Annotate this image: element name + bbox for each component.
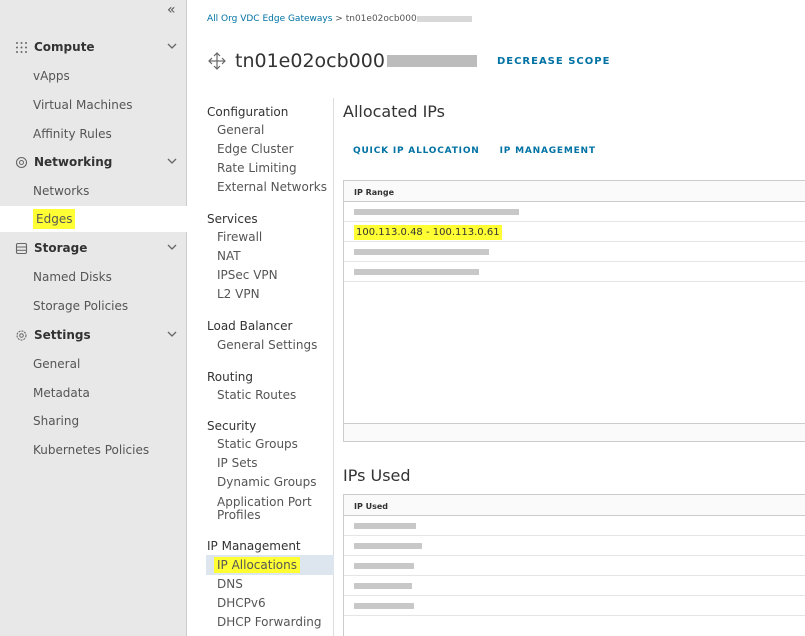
table-row[interactable] [344,202,805,222]
nav-item-kubernetes-policies[interactable]: Kubernetes Policies [0,437,187,463]
redacted-text [354,563,414,569]
subnav-item-nat[interactable]: NAT [217,250,241,263]
nav-group-storage[interactable]: Storage [0,235,187,261]
ips-used-grid: IP Used [343,494,805,636]
subnav-item-dhcp-forwarding[interactable]: DHCP Forwarding [217,616,322,629]
chevron-down-icon[interactable] [167,241,177,255]
column-header-ip-used[interactable]: IP Used [344,495,805,516]
quick-ip-allocation-button[interactable]: QUICK IP ALLOCATION [353,146,480,156]
subnav-item-dynamic-groups[interactable]: Dynamic Groups [217,476,317,489]
allocated-ips-title: Allocated IPs [343,102,446,121]
redacted-text [354,543,422,549]
allocated-ips-grid: IP Range 100.113.0.48 - 100.113.0.61 [343,180,805,442]
edge-settings-nav: Configuration General Edge Cluster Rate … [206,98,334,636]
nav-group-settings[interactable]: Settings [0,322,187,348]
grid-footer [344,423,805,441]
nav-item-sharing[interactable]: Sharing [0,408,187,434]
subnav-item-ip-allocations[interactable]: IP Allocations [214,557,300,573]
table-row[interactable] [344,516,805,536]
allocated-ips-actions: QUICK IP ALLOCATION IP MANAGEMENT [353,146,596,156]
subnav-item-static-groups[interactable]: Static Groups [217,438,298,451]
subnav-item-application-port-profiles[interactable]: Application Port Profiles [217,496,327,522]
page-title: tn01e02ocb000 [235,50,385,72]
subnav-heading-routing: Routing [207,370,254,384]
subnav-item-dns[interactable]: DNS [217,578,243,591]
subnav-item-static-routes[interactable]: Static Routes [217,389,296,402]
redacted-text [354,209,519,215]
table-row[interactable] [344,556,805,576]
table-row[interactable] [344,536,805,556]
nav-item-vapps[interactable]: vApps [0,63,187,89]
grid-icon [14,40,28,54]
subnav-heading-configuration: Configuration [207,105,289,119]
nav-group-label: Storage [34,241,88,255]
nav-group-label: Networking [34,155,113,169]
subnav-heading-load-balancer: Load Balancer [207,319,293,333]
gear-icon [14,328,28,342]
nav-group-compute[interactable]: Compute [0,34,187,60]
chevron-down-icon[interactable] [167,328,177,342]
nav-item-storage-policies[interactable]: Storage Policies [0,293,187,319]
subnav-item-lb-general-settings[interactable]: General Settings [217,339,317,352]
nav-item-edges[interactable]: Edges [0,206,187,232]
decrease-scope-button[interactable]: DECREASE SCOPE [497,56,610,67]
nav-item-metadata[interactable]: Metadata [0,380,187,406]
table-row[interactable]: 100.113.0.48 - 100.113.0.61 [344,222,805,242]
subnav-item-firewall[interactable]: Firewall [217,231,262,244]
breadcrumb-current: tn01e02ocb000 [345,14,417,24]
redacted-text [354,603,414,609]
breadcrumb-root-link[interactable]: All Org VDC Edge Gateways [207,14,332,24]
redacted-text [386,55,477,67]
nav-item-affinity-rules[interactable]: Affinity Rules [0,121,187,147]
nav-group-label: Settings [34,328,91,342]
subnav-heading-ip-management: IP Management [207,539,301,553]
subnav-heading-services: Services [207,212,258,226]
page-header: tn01e02ocb000 DECREASE SCOPE [207,50,610,72]
column-header-ip-range[interactable]: IP Range [344,181,805,202]
storage-icon [14,241,28,255]
nav-item-virtual-machines[interactable]: Virtual Machines [0,92,187,118]
nav-group-networking[interactable]: Networking [0,149,187,175]
table-row[interactable] [344,576,805,596]
nav-item-named-disks[interactable]: Named Disks [0,264,187,290]
subnav-item-edge-cluster[interactable]: Edge Cluster [217,143,294,156]
breadcrumb-separator: > [335,14,343,24]
table-row[interactable] [344,242,805,262]
subnav-heading-security: Security [207,419,257,433]
redacted-text [354,583,412,589]
breadcrumb: All Org VDC Edge Gateways > tn01e02ocb00… [207,14,472,24]
redacted-text [354,269,479,275]
chevron-down-icon[interactable] [167,40,177,54]
table-row[interactable] [344,262,805,282]
subnav-item-ip-sets[interactable]: IP Sets [217,457,258,470]
redacted-text [416,15,472,22]
subnav-item-ipsec-vpn[interactable]: IPSec VPN [217,269,278,282]
network-icon [14,155,28,169]
subnav-item-external-networks[interactable]: External Networks [217,181,327,194]
left-navigation: « Compute vApps Virtual Machines Affinit… [0,0,187,636]
nav-item-general[interactable]: General [0,351,187,377]
subnav-item-l2-vpn[interactable]: L2 VPN [217,288,260,301]
ip-range-value: 100.113.0.48 - 100.113.0.61 [354,225,502,240]
subnav-item-rate-limiting[interactable]: Rate Limiting [217,162,297,175]
edge-gateway-icon [207,51,227,71]
nav-group-label: Compute [34,40,95,54]
ip-management-button[interactable]: IP MANAGEMENT [500,146,596,156]
chevron-down-icon[interactable] [167,155,177,169]
subnav-item-general[interactable]: General [217,124,264,137]
subnav-item-dhcpv6[interactable]: DHCPv6 [217,597,266,610]
redacted-text [354,523,416,529]
ips-used-title: IPs Used [343,466,411,485]
table-row[interactable] [344,596,805,616]
collapse-nav-icon[interactable]: « [167,2,176,18]
nav-item-networks[interactable]: Networks [0,178,187,204]
redacted-text [354,249,489,255]
